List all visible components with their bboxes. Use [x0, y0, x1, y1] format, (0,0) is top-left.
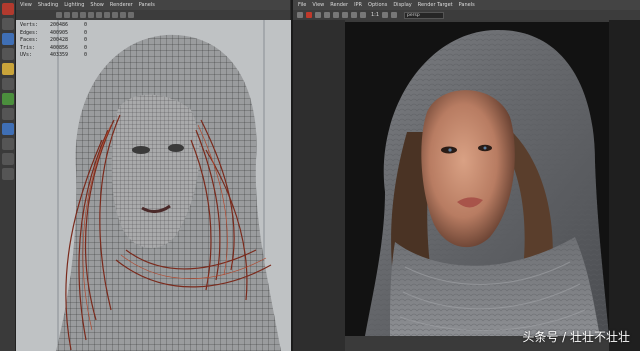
- wireframe-model: [56, 20, 281, 351]
- render-view-right-panel: [609, 20, 640, 351]
- hud-label: UVs:: [20, 52, 33, 58]
- left-eye: [132, 146, 150, 154]
- hud-value: 200428: [50, 37, 69, 43]
- hud-value: 200486: [50, 22, 69, 28]
- resolution-gate-icon[interactable]: [128, 12, 134, 18]
- menu-render-target[interactable]: Render Target: [418, 0, 453, 10]
- menu-view[interactable]: View: [20, 0, 32, 10]
- hypershade-icon[interactable]: [2, 168, 14, 180]
- render-portrait: [345, 22, 609, 336]
- lasso-tool-icon[interactable]: [2, 18, 14, 30]
- menu-options[interactable]: Options: [368, 0, 387, 10]
- hud-row: Tris: 400856 0: [20, 45, 87, 53]
- render-region-icon[interactable]: [306, 12, 312, 18]
- isolate-icon[interactable]: [120, 12, 126, 18]
- poly-count-hud: Verts: 200486 0 Edges: 400905 0 Faces: 2…: [20, 22, 87, 60]
- hud-row: Faces: 200428 0: [20, 37, 87, 45]
- smooth-shade-icon[interactable]: [72, 12, 78, 18]
- hud-row: Verts: 200486 0: [20, 22, 87, 30]
- menu-render[interactable]: Render: [330, 0, 348, 10]
- hud-value: 400856: [50, 44, 69, 51]
- viewport-menu-bar: View Shading Lighting Show Renderer Pane…: [16, 0, 290, 10]
- move-tool-icon[interactable]: [2, 33, 14, 45]
- menu-shading[interactable]: Shading: [38, 0, 58, 10]
- shadows-icon[interactable]: [96, 12, 102, 18]
- menu-display[interactable]: Display: [393, 0, 411, 10]
- manipulator-icon[interactable]: [2, 78, 14, 90]
- menu-show[interactable]: Show: [90, 0, 104, 10]
- menu-file[interactable]: File: [298, 0, 306, 10]
- hud-extra: 0: [84, 29, 88, 36]
- snapshot-icon[interactable]: [315, 12, 321, 18]
- hud-label: Verts:: [20, 22, 39, 28]
- graph-editor-icon[interactable]: [2, 153, 14, 165]
- wireframe-icon[interactable]: [64, 12, 70, 18]
- alpha-channel-icon[interactable]: [351, 12, 357, 18]
- hud-label: Faces:: [20, 37, 39, 43]
- hud-extra: 0: [84, 52, 88, 58]
- camera-select[interactable]: persp: [404, 11, 445, 19]
- hud-value: 400905: [50, 29, 69, 36]
- layout-four-icon[interactable]: [2, 108, 14, 120]
- select-tool-icon[interactable]: [2, 3, 14, 15]
- menu-renderer[interactable]: Renderer: [110, 0, 133, 10]
- redo-render-icon[interactable]: [297, 12, 303, 18]
- hud-value: 403359: [50, 52, 69, 58]
- menu-panels[interactable]: Panels: [139, 0, 155, 10]
- viewport-toolbar: [16, 10, 290, 20]
- tool-strip: [0, 0, 16, 351]
- hud-row: Edges: 400905 0: [20, 30, 87, 38]
- menu-ipr[interactable]: IPR: [354, 0, 362, 10]
- texture-icon[interactable]: [80, 12, 86, 18]
- layout-split-icon[interactable]: [2, 123, 14, 135]
- lights-icon[interactable]: [88, 12, 94, 18]
- hud-extra: 0: [84, 37, 88, 43]
- keep-image-icon[interactable]: [382, 12, 389, 18]
- render-view-left-panel: [293, 20, 345, 351]
- ratio-label[interactable]: 1:1: [371, 12, 379, 18]
- rgb-channel-icon[interactable]: [342, 12, 348, 18]
- remove-image-icon[interactable]: [391, 12, 398, 18]
- hud-row: UVs: 403359 0: [20, 52, 87, 60]
- render-view-window: File View Render IPR Options Display Ren…: [293, 0, 640, 351]
- camera-icon[interactable]: [56, 12, 62, 18]
- hud-label: Edges:: [20, 29, 39, 36]
- zoom-icon[interactable]: [360, 12, 366, 18]
- ipr-icon[interactable]: [324, 12, 330, 18]
- grid-icon[interactable]: [104, 12, 110, 18]
- render-view-menu-bar: File View Render IPR Options Display Ren…: [293, 0, 640, 10]
- rotate-tool-icon[interactable]: [2, 48, 14, 60]
- outliner-icon[interactable]: [2, 138, 14, 150]
- right-iris: [483, 146, 487, 150]
- hud-label: Tris:: [20, 44, 36, 51]
- scale-tool-icon[interactable]: [2, 63, 14, 75]
- rendered-image[interactable]: [345, 22, 609, 336]
- menu-view[interactable]: View: [312, 0, 324, 10]
- menu-panels[interactable]: Panels: [459, 0, 475, 10]
- perspective-viewport[interactable]: Verts: 200486 0 Edges: 400905 0 Faces: 2…: [16, 20, 292, 351]
- watermark: 头条号 / 壮壮不壮壮: [522, 330, 630, 344]
- render-view-toolbar: 1:1 persp: [293, 10, 640, 20]
- xray-icon[interactable]: [112, 12, 118, 18]
- hud-extra: 0: [84, 44, 88, 51]
- layout-single-icon[interactable]: [2, 93, 14, 105]
- refresh-icon[interactable]: [333, 12, 339, 18]
- left-iris: [448, 148, 452, 152]
- hud-extra: 0: [84, 22, 88, 28]
- right-eye: [168, 144, 184, 152]
- menu-lighting[interactable]: Lighting: [64, 0, 84, 10]
